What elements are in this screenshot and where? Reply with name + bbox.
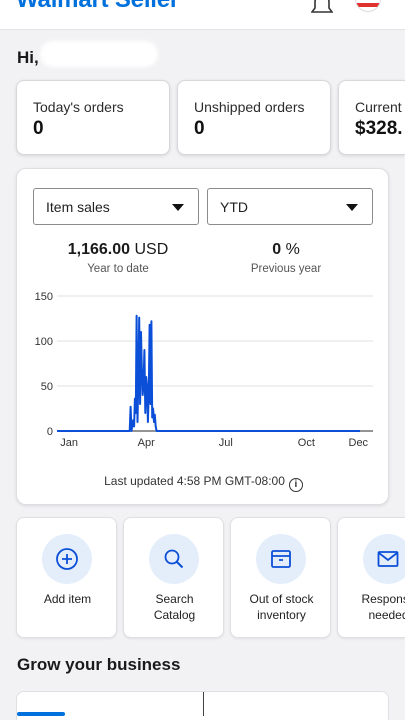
stat-card-unshipped-orders[interactable]: Unshipped orders 0 — [177, 80, 331, 155]
action-label: Add item — [43, 592, 92, 606]
action-icon-circle — [256, 534, 306, 584]
series-line — [57, 314, 360, 432]
chevron-down-icon — [346, 204, 358, 211]
tab-indicator — [17, 712, 65, 716]
stat-label: Unshipped orders — [194, 99, 305, 115]
grow-card — [16, 691, 389, 720]
tab-divider — [203, 692, 204, 716]
y-tick-label: 50 — [41, 381, 53, 393]
brand-title: Walmart Seller — [16, 0, 179, 14]
action-label: Out of stock inventory — [249, 592, 314, 622]
last-updated-text: Last updated 4:58 PM GMT-08:00 — [104, 474, 285, 488]
x-tick-label: Jan — [60, 437, 78, 449]
action-response-needed[interactable]: Response needed — [337, 517, 405, 638]
total-sales-value: 1,166.00 — [67, 241, 131, 258]
total-sales-caption: Year to date — [87, 263, 149, 275]
action-out-of-stock[interactable]: Out of stock inventory — [230, 517, 331, 638]
y-tick-label: 0 — [47, 426, 53, 438]
action-search-catalog[interactable]: Search Catalog — [123, 517, 224, 638]
grow-section-title: Grow your business — [17, 655, 181, 674]
yoy-change-caption: Previous year — [250, 263, 322, 275]
action-label: Response needed — [361, 592, 405, 622]
last-updated: Last updated 4:58 PM GMT-08:00 i — [17, 474, 390, 492]
stat-card-current[interactable]: Current $328. — [338, 80, 405, 155]
x-tick-label: Jul — [219, 437, 233, 449]
yoy-change-unit: % — [285, 241, 300, 258]
stat-value: 0 — [194, 118, 205, 139]
metric-select-value: Item sales — [46, 199, 110, 215]
sales-line-chart: 0 50 100 150 Jan Apr Jul Oct Dec — [35, 291, 373, 449]
action-icon-circle — [363, 534, 405, 584]
sales-chart-card: Item sales YTD 1,166.00 USD Year to date… — [16, 168, 389, 505]
us-flag-icon[interactable] — [355, 0, 381, 12]
action-label: Search Catalog — [153, 592, 196, 622]
metric-select[interactable]: Item sales — [33, 188, 199, 225]
period-select-value: YTD — [220, 199, 248, 215]
period-select[interactable]: YTD — [207, 188, 373, 225]
chevron-down-icon — [172, 204, 184, 211]
yoy-change-value: 0 — [272, 241, 282, 258]
stat-value: $328. — [355, 118, 403, 139]
stat-label: Current — [355, 99, 402, 115]
action-icon-circle — [149, 534, 199, 584]
yoy-change: 0 % — [211, 241, 361, 259]
info-icon[interactable]: i — [288, 478, 303, 492]
stat-value: 0 — [33, 118, 44, 139]
x-tick-label: Apr — [138, 437, 155, 449]
x-tick-label: Dec — [349, 437, 369, 449]
y-tick-label: 100 — [35, 336, 53, 348]
redacted-name — [40, 41, 158, 67]
add-circle-icon — [56, 548, 78, 570]
x-tick-label: Oct — [298, 437, 315, 449]
y-tick-label: 150 — [35, 291, 53, 303]
total-sales-unit: USD — [134, 241, 169, 258]
bell-icon[interactable] — [311, 0, 333, 16]
total-sales: 1,166.00 USD — [43, 241, 193, 259]
mail-icon — [377, 551, 399, 567]
stat-label: Today's orders — [33, 99, 124, 115]
stat-card-todays-orders[interactable]: Today's orders 0 — [16, 80, 170, 155]
search-icon — [164, 549, 184, 569]
action-icon-circle — [42, 534, 92, 584]
app-header: Walmart Seller — [0, 0, 405, 30]
box-icon — [271, 550, 291, 568]
action-add-item[interactable]: Add item — [16, 517, 117, 638]
